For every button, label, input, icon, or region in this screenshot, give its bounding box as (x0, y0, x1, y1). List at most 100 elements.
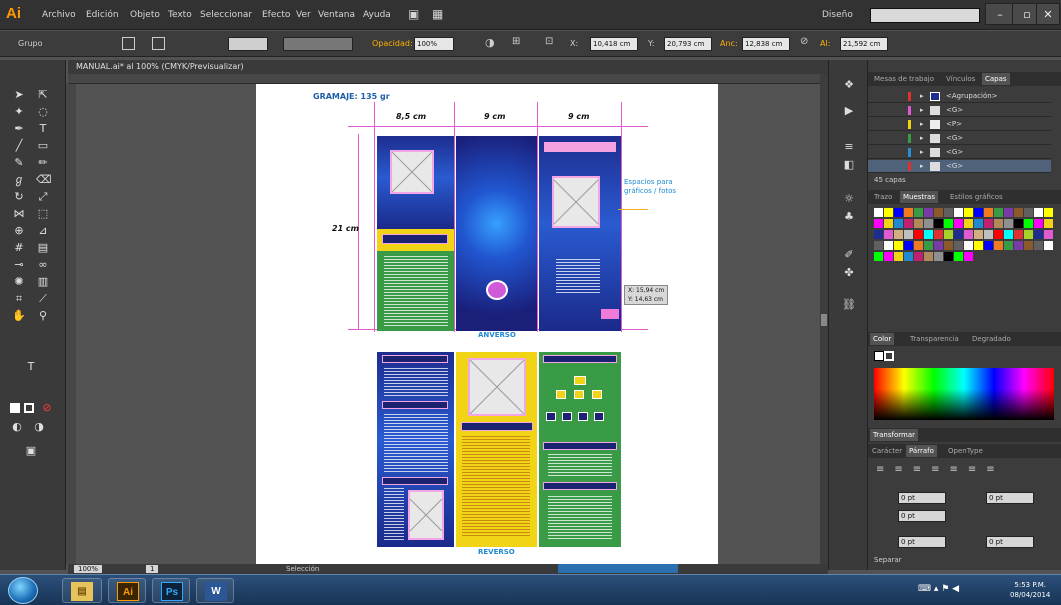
color-swatch[interactable] (1034, 230, 1043, 239)
color-swatch[interactable] (1024, 230, 1033, 239)
color-swatch[interactable] (964, 241, 973, 250)
artboard-number-field[interactable]: 1 (146, 565, 159, 573)
text-block[interactable] (384, 488, 404, 540)
color-swatch[interactable] (884, 208, 893, 217)
layer-row[interactable]: ▸ <Agrupación> (868, 90, 1051, 103)
title-bar[interactable] (382, 401, 448, 409)
illustrator-taskbar-button[interactable]: Ai (108, 578, 146, 603)
hyphenate-checkbox[interactable]: Separar (874, 556, 902, 564)
hand-tool-icon[interactable]: ✋ (12, 309, 26, 322)
menu-seleccionar[interactable]: Seleccionar (200, 10, 252, 20)
color-swatch[interactable] (884, 230, 893, 239)
indent-right-field[interactable]: 0 pt (986, 492, 1034, 504)
color-swatch[interactable] (954, 219, 963, 228)
reference-point-icon[interactable]: ⊡ (545, 36, 553, 47)
color-swatch[interactable] (984, 241, 993, 250)
color-swatch[interactable] (1034, 241, 1043, 250)
search-input[interactable] (870, 8, 980, 23)
color-swatch[interactable] (924, 252, 933, 261)
draw-normal-icon[interactable]: ◐ (10, 420, 24, 433)
stroke-color-icon[interactable] (24, 403, 34, 413)
slice-tool-icon[interactable]: ⟋ (36, 292, 50, 305)
color-swatch[interactable] (874, 219, 883, 228)
color-swatch[interactable] (914, 252, 923, 261)
blob-brush-tool-icon[interactable]: ℊ (12, 173, 26, 186)
front-panel-right[interactable] (539, 136, 621, 331)
tab-transparency[interactable]: Transparencia (910, 335, 959, 343)
stroke-swatch[interactable] (152, 37, 165, 50)
color-swatch[interactable] (894, 208, 903, 217)
fill-color-icon[interactable] (10, 403, 20, 413)
photo-placeholder[interactable] (390, 150, 434, 194)
color-swatch[interactable] (1044, 208, 1053, 217)
tab-artboards[interactable]: Mesas de trabajo (874, 75, 934, 83)
color-swatch[interactable] (1034, 208, 1043, 217)
tab-links[interactable]: Vínculos (946, 75, 975, 83)
color-swatch[interactable] (954, 252, 963, 261)
align-icon[interactable]: ⊞ (512, 36, 520, 47)
pencil-tool-icon[interactable]: ✏ (36, 156, 50, 169)
title-bar[interactable] (543, 442, 617, 450)
tab-stroke[interactable]: Trazo (874, 193, 892, 201)
color-swatch[interactable] (984, 230, 993, 239)
menu-ver[interactable]: Ver (296, 10, 311, 20)
title-bar[interactable] (382, 234, 448, 244)
layer-expand-icon[interactable]: ▸ (920, 90, 924, 102)
color-swatch[interactable] (1024, 219, 1033, 228)
color-swatch[interactable] (934, 208, 943, 217)
graph-tool-icon[interactable]: ▥ (36, 275, 50, 288)
color-swatch[interactable] (924, 219, 933, 228)
color-swatch[interactable] (1014, 219, 1023, 228)
graphic-styles-icon[interactable]: ♣ (842, 210, 856, 224)
pathfinder-icon[interactable]: ◧ (842, 158, 856, 172)
color-swatch[interactable] (884, 219, 893, 228)
fill-swatch[interactable] (122, 37, 135, 50)
space-after-field[interactable]: 0 pt (986, 536, 1034, 548)
text-block[interactable] (556, 259, 600, 294)
variable-width-field[interactable] (283, 37, 353, 51)
color-swatch[interactable] (1004, 241, 1013, 250)
color-swatch[interactable] (934, 230, 943, 239)
color-swatch[interactable] (944, 241, 953, 250)
canvas[interactable]: GRAMAJE: 135 gr 8,5 cm 9 cm 9 cm 21 cm E… (76, 84, 828, 564)
color-swatch[interactable] (964, 252, 973, 261)
color-swatch[interactable] (974, 241, 983, 250)
color-swatch[interactable] (874, 241, 883, 250)
text-block[interactable] (462, 436, 530, 536)
color-swatch[interactable] (954, 208, 963, 217)
color-swatch[interactable] (914, 208, 923, 217)
explorer-taskbar-button[interactable]: ▤ (62, 578, 102, 603)
vertical-ruler[interactable] (66, 84, 76, 564)
photo-placeholder[interactable] (552, 176, 600, 228)
system-clock[interactable]: 5:53 P.M. 08/04/2014 (1010, 580, 1050, 600)
type-on-path-tool-icon[interactable]: T (24, 360, 38, 373)
color-swatch[interactable] (894, 252, 903, 261)
links-icon[interactable]: ⛓ (842, 298, 856, 312)
document-tab[interactable]: MANUAL.ai* al 100% (CMYK/Previsualizar) (76, 62, 244, 71)
layer-row[interactable]: ▸ <P> (868, 118, 1051, 131)
indent-left-field[interactable]: 0 pt (898, 492, 946, 504)
perspective-grid-tool-icon[interactable]: ⊿ (36, 224, 50, 237)
word-taskbar-button[interactable]: W (196, 578, 234, 603)
direct-selection-tool-icon[interactable]: ⇱ (36, 88, 50, 101)
text-block[interactable] (548, 496, 612, 540)
color-swatch[interactable] (904, 219, 913, 228)
play-action-icon[interactable]: ▶ (842, 104, 856, 118)
color-swatch[interactable] (894, 219, 903, 228)
menu-ayuda[interactable]: Ayuda (363, 10, 391, 20)
color-swatch[interactable] (1004, 208, 1013, 217)
color-swatch[interactable] (964, 219, 973, 228)
stroke-color-box[interactable] (884, 351, 894, 361)
type-tool-icon[interactable]: T (36, 122, 50, 135)
color-swatch[interactable] (874, 230, 883, 239)
constrain-proportions-icon[interactable]: ⊘ (800, 36, 808, 47)
menu-archivo[interactable]: Archivo (42, 10, 76, 20)
title-bar[interactable] (543, 482, 617, 490)
start-button[interactable] (8, 577, 38, 604)
width-tool-icon[interactable]: ⋈ (12, 207, 26, 220)
color-swatch[interactable] (974, 219, 983, 228)
tab-gradient[interactable]: Degradado (972, 335, 1011, 343)
layer-expand-icon[interactable]: ▸ (920, 104, 924, 116)
color-swatch[interactable] (1044, 230, 1053, 239)
eraser-tool-icon[interactable]: ⌫ (36, 173, 52, 186)
